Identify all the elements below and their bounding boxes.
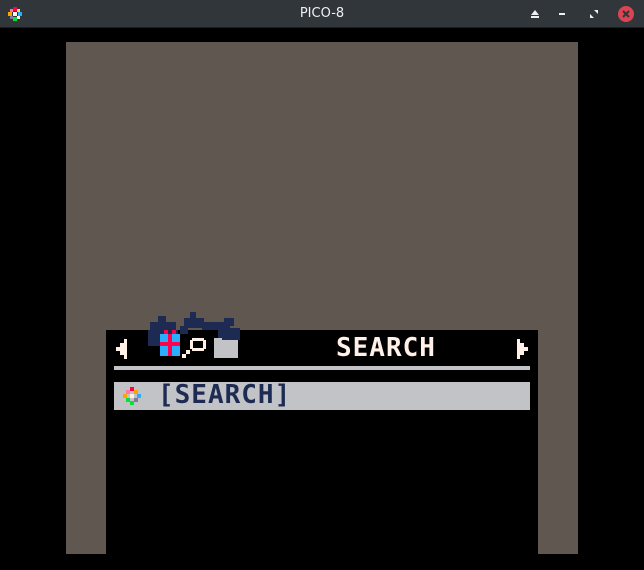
list-item-label: [SEARCH] [158,380,292,410]
menu-header: SEARCH [106,312,538,366]
pico8-logo-icon [123,387,141,405]
tab-icons [148,312,240,358]
folder-icon [214,338,238,358]
minimize-button[interactable] [553,5,571,23]
chevron-left-icon[interactable] [114,338,128,360]
eject-button[interactable] [526,5,544,23]
chevron-right-icon[interactable] [516,338,530,360]
restore-icon [590,10,598,18]
pico8-window: PICO-8 SEARCH [SEARCH] [0,0,644,570]
eject-icon [531,10,539,18]
list-item-search[interactable]: [SEARCH] [114,380,530,410]
menu-divider [114,366,530,370]
close-icon [618,6,634,22]
magnifier-icon [182,338,206,358]
section-title: SEARCH [336,333,436,363]
window-title: PICO-8 [299,6,345,21]
menu-panel: SEARCH [SEARCH] [106,312,538,554]
restore-button[interactable] [585,5,603,23]
close-button[interactable] [617,5,635,23]
title-bar[interactable]: PICO-8 [0,0,644,28]
game-screen[interactable]: SEARCH [SEARCH] [66,42,578,554]
minimize-icon [559,13,565,15]
